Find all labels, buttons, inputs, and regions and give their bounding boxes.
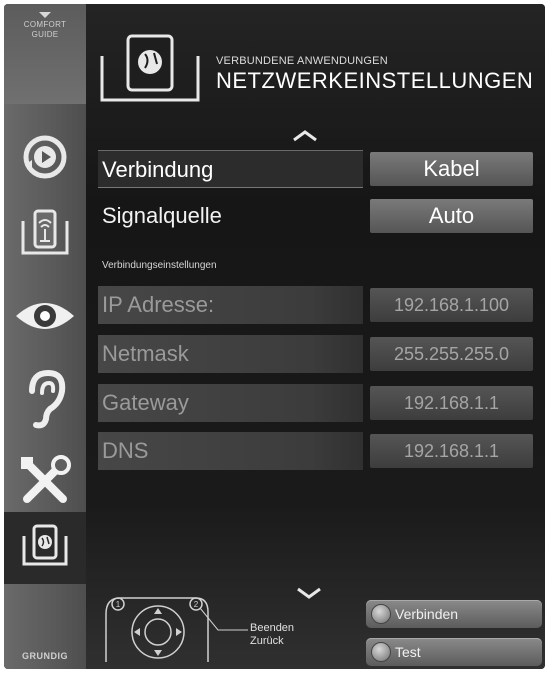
sidebar-item-network-settings[interactable] (4, 512, 86, 584)
header-icon (94, 30, 206, 115)
gateway-value[interactable]: 192.168.1.1 (370, 386, 533, 420)
test-button[interactable]: Test (366, 638, 542, 666)
netmask-value[interactable]: 255.255.255.0 (370, 337, 533, 371)
tools-icon (21, 455, 71, 503)
ip-address-row[interactable]: IP Adresse: 192.168.1.100 (98, 286, 533, 324)
network-app-icon (21, 209, 69, 255)
key-1-label: 1 (116, 600, 121, 609)
source-icon (23, 135, 67, 179)
dns-row[interactable]: DNS 192.168.1.1 (98, 432, 533, 470)
section-label: Verbindungseinstellungen (102, 260, 217, 271)
connection-row[interactable]: Verbindung Kabel (98, 150, 533, 188)
netmask-label: Netmask (98, 335, 363, 373)
eye-icon (16, 303, 74, 329)
gateway-row[interactable]: Gateway 192.168.1.1 (98, 384, 533, 422)
main-panel: VERBUNDENE ANWENDUNGEN NETZWERKEINSTELLU… (86, 4, 545, 669)
dns-value[interactable]: 192.168.1.1 (370, 434, 533, 468)
remote-nav-pad: 1 2 (100, 592, 250, 669)
network-app-header-icon (100, 34, 200, 102)
chevron-down-icon[interactable] (296, 587, 322, 599)
sidebar-item-picture[interactable] (4, 290, 86, 342)
ip-address-value[interactable]: 192.168.1.100 (370, 288, 533, 322)
connect-button[interactable]: Verbinden (366, 600, 542, 628)
chevron-up-icon[interactable] (292, 130, 318, 142)
signal-source-value[interactable]: Auto (370, 199, 533, 233)
signal-source-row[interactable]: Signalquelle Auto (98, 197, 533, 235)
sidebar-item-sound[interactable] (4, 366, 86, 432)
netmask-row[interactable]: Netmask 255.255.255.0 (98, 335, 533, 373)
key-2-label: 2 (194, 600, 199, 609)
sidebar-item-source[interactable] (4, 128, 86, 186)
ip-address-label: IP Adresse: (98, 286, 363, 324)
gateway-label: Gateway (98, 384, 363, 422)
sidebar-item-network-apps[interactable] (4, 200, 86, 270)
sidebar: COMFORT GUIDE GRUNDIG (4, 4, 86, 669)
signal-source-label: Signalquelle (102, 203, 222, 228)
page-subtitle: VERBUNDENE ANWENDUNGEN (216, 55, 388, 67)
comfort-guide-button[interactable]: COMFORT GUIDE (4, 12, 86, 40)
page-title: NETZWERKEINSTELLUNGEN (216, 68, 534, 93)
dns-label: DNS (98, 432, 363, 470)
ear-icon (29, 369, 66, 429)
connection-value[interactable]: Kabel (370, 152, 533, 186)
red-button-icon (371, 604, 391, 624)
navigation-pad-icon: 1 2 (105, 597, 248, 662)
sidebar-item-settings[interactable] (4, 448, 86, 514)
connection-label: Verbindung (98, 150, 363, 188)
triangle-down-icon (39, 12, 51, 18)
network-settings-icon (22, 524, 68, 566)
brand-logo: GRUNDIG (22, 651, 68, 661)
tv-screen: COMFORT GUIDE GRUNDIG VERBUNDENE ANWENDU… (4, 4, 545, 669)
exit-label: Beenden (250, 622, 295, 634)
green-button-icon (371, 642, 391, 662)
back-label: Zurück (250, 635, 284, 647)
